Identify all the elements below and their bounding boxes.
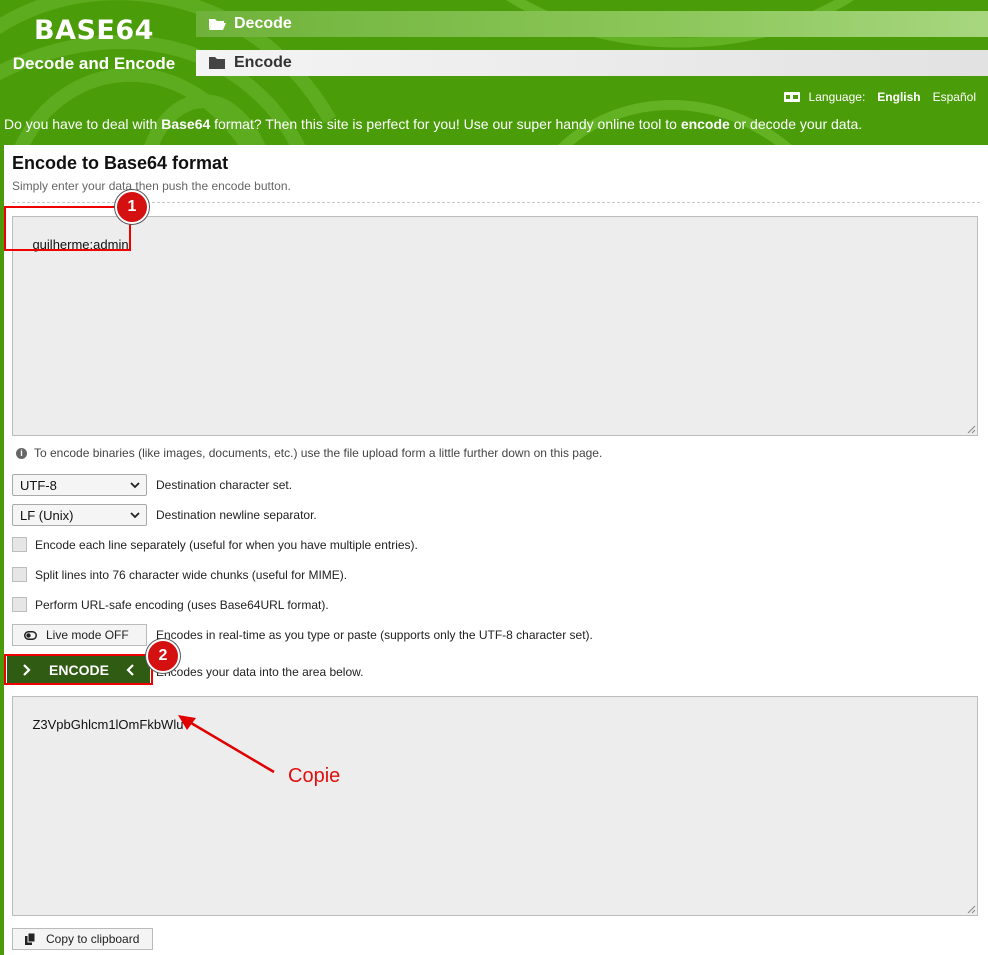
checkbox-url-safe-label: Perform URL-safe encoding (uses Base64UR… (35, 598, 329, 612)
divider (12, 202, 980, 203)
binary-info: i To encode binaries (like images, docum… (16, 446, 602, 460)
info-icon: i (16, 447, 27, 459)
nav-encode-label: Encode (234, 54, 292, 71)
resize-grip-icon[interactable] (966, 424, 976, 434)
chevron-down-icon (130, 512, 140, 519)
checkbox-each-line-label: Encode each line separately (useful for … (35, 538, 418, 552)
live-mode-button[interactable]: Live mode OFF (12, 624, 147, 646)
toggle-off-icon (24, 630, 37, 640)
copy-button-label: Copy to clipboard (46, 932, 140, 946)
annotation-encode-highlight (4, 654, 153, 685)
checkbox-split-lines[interactable] (12, 567, 27, 582)
logo-subtitle[interactable]: Decode and Encode (0, 54, 188, 74)
annotation-badge-1: 1 (115, 190, 149, 224)
annotation-arrow-icon (178, 715, 275, 774)
info-text: To encode binaries (like images, documen… (34, 446, 603, 460)
page-subtitle: Simply enter your data then push the enc… (12, 179, 291, 193)
language-icon (783, 92, 800, 102)
output-textarea[interactable]: Z3VpbGhlcm1lOmFkbWlu (12, 696, 978, 916)
chevron-down-icon (130, 482, 140, 489)
page-title: Encode to Base64 format (12, 153, 229, 173)
nav-encode[interactable]: Encode (196, 50, 988, 76)
language-espanol[interactable]: Español (933, 90, 976, 104)
encode-panel: Encode to Base64 format Simply enter you… (4, 145, 988, 955)
checkbox-split-lines-label: Split lines into 76 character wide chunk… (35, 568, 348, 582)
nav-decode-label: Decode (234, 15, 292, 32)
copy-to-clipboard-button[interactable]: Copy to clipboard (12, 928, 153, 950)
tagline: Do you have to deal with Base64 format? … (4, 116, 863, 132)
logo-title[interactable]: BASE64 (0, 15, 188, 46)
annotation-badge-2: 2 (146, 639, 180, 673)
site-header: BASE64 Decode and Encode Decode Encode L… (0, 0, 988, 145)
encode-desc: Encodes your data into the area below. (156, 665, 364, 679)
language-selector: Language: English Español (783, 89, 988, 105)
output-text: Z3VpbGhlcm1lOmFkbWlu (32, 717, 184, 732)
input-textarea[interactable]: guilherme:admin (12, 216, 978, 436)
checkbox-url-safe[interactable] (12, 597, 27, 612)
copy-icon (25, 933, 36, 945)
live-mode-label: Live mode OFF (46, 628, 129, 642)
checkbox-each-line[interactable] (12, 537, 27, 552)
charset-select[interactable]: UTF-8 (12, 474, 147, 496)
folder-icon (208, 56, 226, 70)
resize-grip-icon[interactable] (966, 904, 976, 914)
nav-decode[interactable]: Decode (196, 11, 988, 37)
live-mode-desc: Encodes in real-time as you type or past… (156, 628, 593, 642)
charset-value: UTF-8 (20, 478, 57, 493)
language-english[interactable]: English (877, 90, 920, 104)
charset-label: Destination character set. (156, 478, 293, 492)
newline-select[interactable]: LF (Unix) (12, 504, 147, 526)
newline-value: LF (Unix) (20, 508, 74, 523)
annotation-input-highlight (4, 206, 131, 251)
language-label: Language: (808, 90, 866, 104)
newline-label: Destination newline separator. (156, 508, 317, 522)
annotation-copie-text: Copie (288, 765, 341, 787)
folder-open-icon (208, 17, 226, 31)
